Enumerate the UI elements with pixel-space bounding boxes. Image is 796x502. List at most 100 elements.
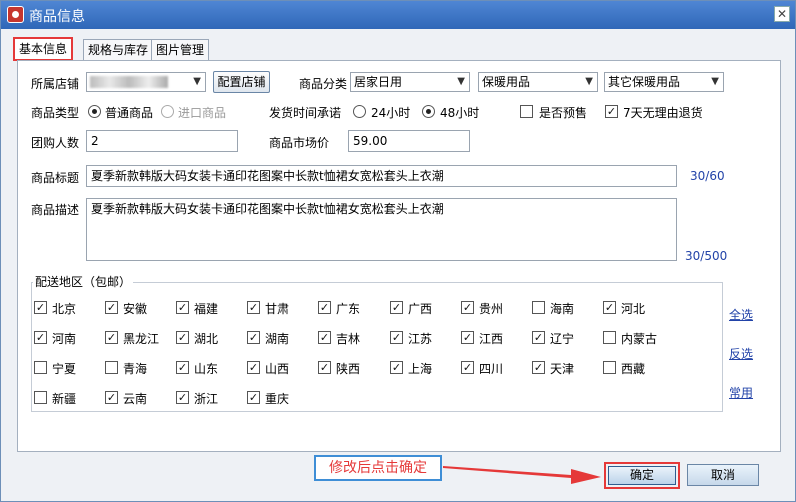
region-item[interactable]: 西藏 (603, 360, 671, 376)
region-item[interactable]: 海南 (532, 300, 600, 316)
invert-selection-link[interactable]: 反选 (729, 345, 753, 362)
region-checkbox[interactable] (34, 391, 47, 404)
region-item[interactable]: ✓ 重庆 (247, 390, 315, 406)
region-checkbox[interactable]: ✓ (176, 361, 189, 374)
region-item[interactable]: ✓ 山西 (247, 360, 315, 376)
region-checkbox[interactable]: ✓ (461, 301, 474, 314)
region-item[interactable]: ✓ 甘肃 (247, 300, 315, 316)
ship-24h-radio[interactable] (353, 105, 366, 118)
region-checkbox[interactable]: ✓ (318, 331, 331, 344)
tab-basic-info[interactable]: 基本信息 (13, 37, 74, 61)
region-checkbox[interactable]: ✓ (247, 361, 260, 374)
region-item[interactable]: ✓ 福建 (176, 300, 244, 316)
region-item[interactable]: ✓ 陕西 (318, 360, 386, 376)
region-checkbox[interactable]: ✓ (176, 331, 189, 344)
region-item[interactable]: ✓ 天津 (532, 360, 600, 376)
category-select-3[interactable]: 其它保暖用品 ▼ (604, 72, 724, 92)
category-1-value: 居家日用 (354, 75, 403, 89)
region-label: 河北 (621, 302, 646, 316)
region-checkbox[interactable]: ✓ (318, 301, 331, 314)
product-title-input[interactable]: 夏季新款韩版大码女装卡通印花图案中长款t恤裙女宽松套头上衣潮 (86, 165, 677, 187)
region-item[interactable]: ✓ 湖南 (247, 330, 315, 346)
region-checkbox[interactable]: ✓ (532, 361, 545, 374)
region-checkbox[interactable]: ✓ (390, 331, 403, 344)
region-item[interactable]: ✓ 河北 (603, 300, 671, 316)
region-item[interactable]: ✓ 山东 (176, 360, 244, 376)
region-item[interactable]: 新疆 (34, 390, 102, 406)
region-item[interactable]: ✓ 吉林 (318, 330, 386, 346)
category-3-value: 其它保暖用品 (608, 75, 681, 89)
region-item[interactable]: ✓ 浙江 (176, 390, 244, 406)
region-item[interactable]: 内蒙古 (603, 330, 671, 346)
region-checkbox[interactable]: ✓ (247, 331, 260, 344)
ship-48h-radio[interactable] (422, 105, 435, 118)
seven-day-return-checkbox[interactable]: ✓ (605, 105, 618, 118)
presale-checkbox[interactable] (520, 105, 533, 118)
region-checkbox[interactable] (532, 301, 545, 314)
region-checkbox[interactable] (34, 361, 47, 374)
type-normal-label: 普通商品 (105, 106, 154, 120)
region-label: 青海 (123, 362, 148, 376)
region-item[interactable]: ✓ 云南 (105, 390, 173, 406)
region-checkbox[interactable]: ✓ (461, 331, 474, 344)
region-checkbox[interactable] (603, 361, 616, 374)
region-item[interactable]: ✓ 四川 (461, 360, 529, 376)
title-bar[interactable]: 商品信息 ✕ (1, 1, 795, 29)
region-checkbox[interactable]: ✓ (532, 331, 545, 344)
market-price-input[interactable]: 59.00 (348, 130, 470, 152)
close-button[interactable]: ✕ (774, 6, 790, 22)
ship-24h-label: 24小时 (371, 106, 411, 120)
region-checkbox[interactable]: ✓ (105, 331, 118, 344)
region-checkbox[interactable]: ✓ (34, 331, 47, 344)
region-label: 重庆 (265, 392, 290, 406)
region-item[interactable]: ✓ 上海 (390, 360, 458, 376)
region-checkbox[interactable]: ✓ (176, 391, 189, 404)
common-regions-link[interactable]: 常用 (729, 384, 753, 401)
region-item[interactable]: ✓ 辽宁 (532, 330, 600, 346)
config-shop-button[interactable]: 配置店铺 (213, 71, 270, 93)
region-checkbox[interactable]: ✓ (247, 391, 260, 404)
cancel-button[interactable]: 取消 (687, 464, 759, 486)
select-all-link[interactable]: 全选 (729, 306, 753, 323)
shop-select[interactable]: ▼ (86, 72, 206, 92)
region-checkbox[interactable] (105, 361, 118, 374)
region-item[interactable]: ✓ 广东 (318, 300, 386, 316)
region-item[interactable]: ✓ 江西 (461, 330, 529, 346)
region-item[interactable]: ✓ 贵州 (461, 300, 529, 316)
ok-button-highlight[interactable]: 确定 (604, 462, 680, 489)
type-normal-radio[interactable] (88, 105, 101, 118)
region-checkbox[interactable]: ✓ (247, 301, 260, 314)
region-checkbox[interactable]: ✓ (603, 301, 616, 314)
region-checkbox[interactable]: ✓ (318, 361, 331, 374)
region-checkbox[interactable]: ✓ (390, 361, 403, 374)
category-select-2[interactable]: 保暖用品 ▼ (478, 72, 598, 92)
tab-image-manage[interactable]: 图片管理 (151, 39, 210, 61)
region-item[interactable]: 青海 (105, 360, 173, 376)
region-checkbox[interactable] (603, 331, 616, 344)
type-import-radio[interactable] (161, 105, 174, 118)
region-checkbox[interactable]: ✓ (461, 361, 474, 374)
region-item[interactable]: ✓ 河南 (34, 330, 102, 346)
tab-spec-stock[interactable]: 规格与库存 (83, 39, 154, 61)
region-item[interactable]: ✓ 广西 (390, 300, 458, 316)
group-buy-input[interactable]: 2 (86, 130, 238, 152)
region-checkbox[interactable]: ✓ (176, 301, 189, 314)
region-label: 广东 (336, 302, 361, 316)
type-import-label: 进口商品 (178, 106, 227, 120)
region-item[interactable]: ✓ 湖北 (176, 330, 244, 346)
region-item[interactable]: ✓ 黑龙江 (105, 330, 173, 346)
region-checkbox[interactable]: ✓ (34, 301, 47, 314)
product-desc-textarea[interactable]: 夏季新款韩版大码女装卡通印花图案中长款t恤裙女宽松套头上衣潮 (86, 198, 677, 261)
region-checkbox[interactable]: ✓ (390, 301, 403, 314)
ok-button[interactable]: 确定 (608, 466, 676, 485)
region-checkbox[interactable]: ✓ (105, 391, 118, 404)
region-item[interactable]: ✓ 安徽 (105, 300, 173, 316)
region-label: 湖北 (194, 332, 219, 346)
region-checkbox[interactable]: ✓ (105, 301, 118, 314)
region-label: 内蒙古 (621, 332, 658, 346)
region-label: 贵州 (479, 302, 504, 316)
region-item[interactable]: ✓ 江苏 (390, 330, 458, 346)
category-select-1[interactable]: 居家日用 ▼ (350, 72, 470, 92)
region-item[interactable]: 宁夏 (34, 360, 102, 376)
region-item[interactable]: ✓ 北京 (34, 300, 102, 316)
